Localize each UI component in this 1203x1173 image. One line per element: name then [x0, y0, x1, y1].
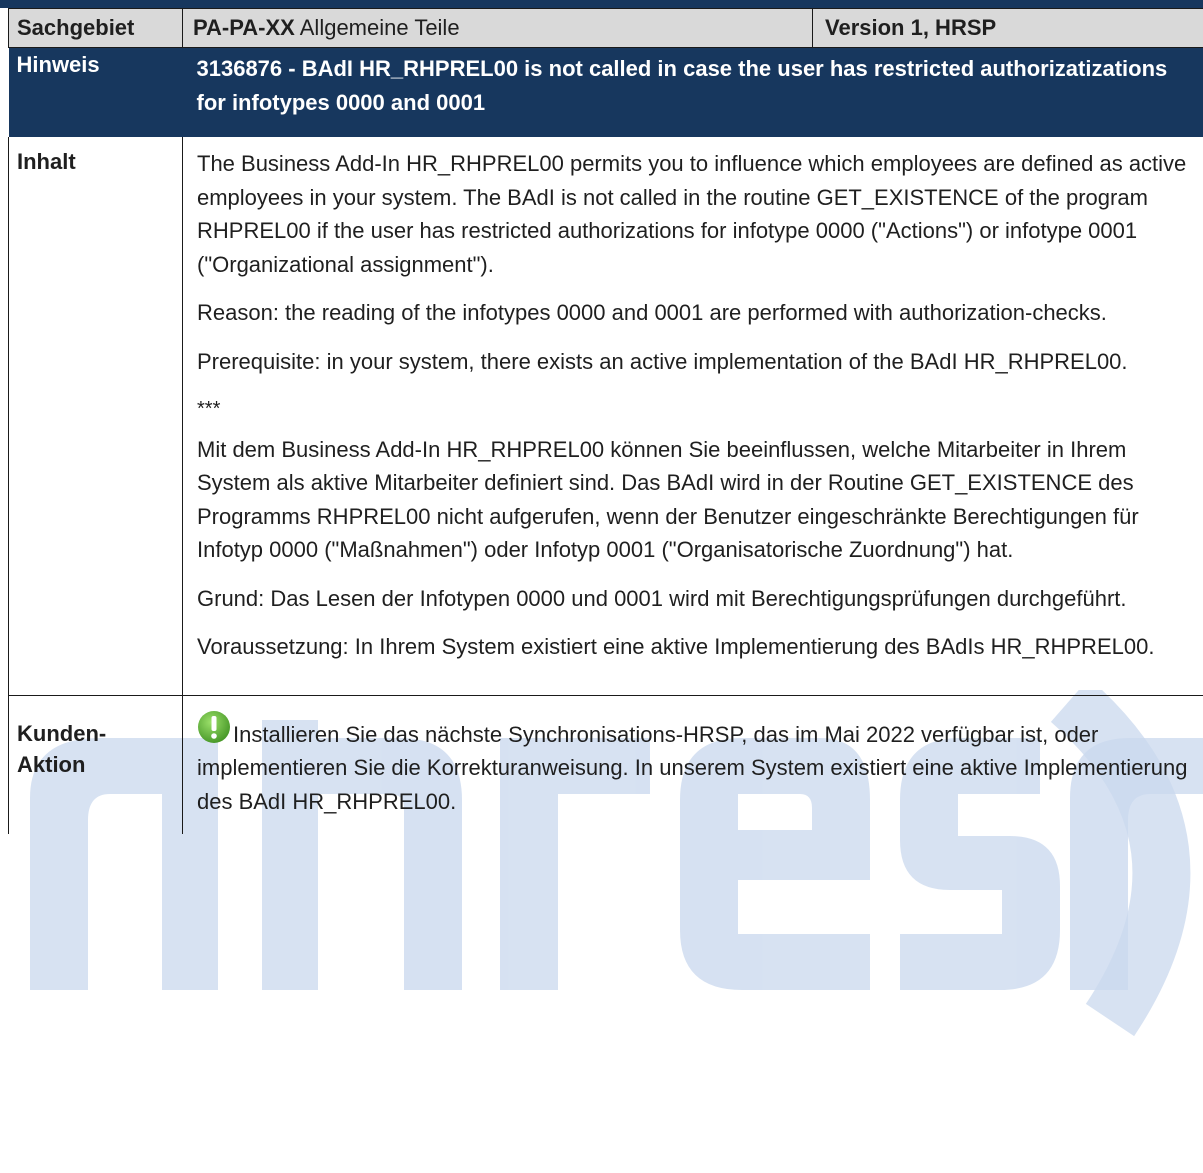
inhalt-label-cell: Inhalt [8, 137, 183, 696]
kunden-label-line2: Aktion [17, 751, 86, 777]
separator-stars: *** [197, 398, 221, 420]
sachgebiet-value-cell: PA-PA-XX Allgemeine Teile Version 1, HRS… [182, 8, 1203, 48]
exclamation-icon [198, 710, 230, 743]
kunden-aktion-content: Installieren Sie das nächste Synchronisa… [183, 696, 1203, 835]
kunden-aktion-row: Kunden- Aktion Installieren Sie das näch [8, 695, 1203, 835]
sachgebiet-value: PA-PA-XX Allgemeine Teile [183, 9, 813, 47]
inhalt-content: The Business Add-In HR_RHPREL00 permits … [183, 137, 1203, 695]
hinweis-label-cell: Hinweis [8, 47, 183, 137]
inhalt-paragraph: Mit dem Business Add-In HR_RHPREL00 könn… [197, 436, 1139, 563]
kunden-aktion-label: Kunden- Aktion [9, 696, 182, 780]
sachgebiet-name: Allgemeine Teile [294, 15, 460, 40]
kunden-aktion-label-cell: Kunden- Aktion [8, 695, 183, 834]
hinweis-row: Hinweis 3136876 - BAdI HR_RHPREL00 is no… [8, 47, 1203, 137]
sachgebiet-label: Sachgebiet [17, 15, 135, 40]
inhalt-row: Inhalt The Business Add-In HR_RHPREL00 p… [8, 137, 1203, 696]
inhalt-paragraph: Reason: the reading of the infotypes 000… [197, 300, 1107, 325]
inhalt-paragraph: Grund: Das Lesen der Infotypen 0000 und … [197, 585, 1127, 611]
inhalt-paragraph: Prerequisite: in your system, there exis… [197, 348, 1128, 374]
inhalt-content-cell: The Business Add-In HR_RHPREL00 permits … [182, 137, 1203, 696]
sachgebiet-code: PA-PA-XX [193, 15, 295, 40]
sachgebiet-label-cell: Sachgebiet [8, 8, 183, 48]
inhalt-paragraph: The Business Add-In HR_RHPREL00 permits … [197, 151, 1187, 277]
version-label: Version 1, HRSP [825, 15, 997, 40]
kunden-aktion-content-cell: Installieren Sie das nächste Synchronisa… [182, 695, 1203, 835]
hinweis-label: Hinweis [16, 52, 100, 77]
hinweis-title: 3136876 - BAdI HR_RHPREL00 is not called… [196, 56, 1168, 115]
kunden-label-line1: Kunden- [17, 720, 107, 746]
inhalt-paragraph: Voraussetzung: In Ihrem System existiert… [197, 634, 1155, 659]
kunden-aktion-text: Installieren Sie das nächste Synchronisa… [197, 721, 1188, 814]
sachgebiet-row: Sachgebiet PA-PA-XX Allgemeine Teile Ver… [8, 8, 1203, 48]
hinweis-title-cell: 3136876 - BAdI HR_RHPREL00 is not called… [182, 47, 1203, 137]
inhalt-label: Inhalt [17, 149, 76, 174]
top-accent-bar [0, 0, 1203, 8]
note-table: Sachgebiet PA-PA-XX Allgemeine Teile Ver… [8, 8, 1203, 834]
